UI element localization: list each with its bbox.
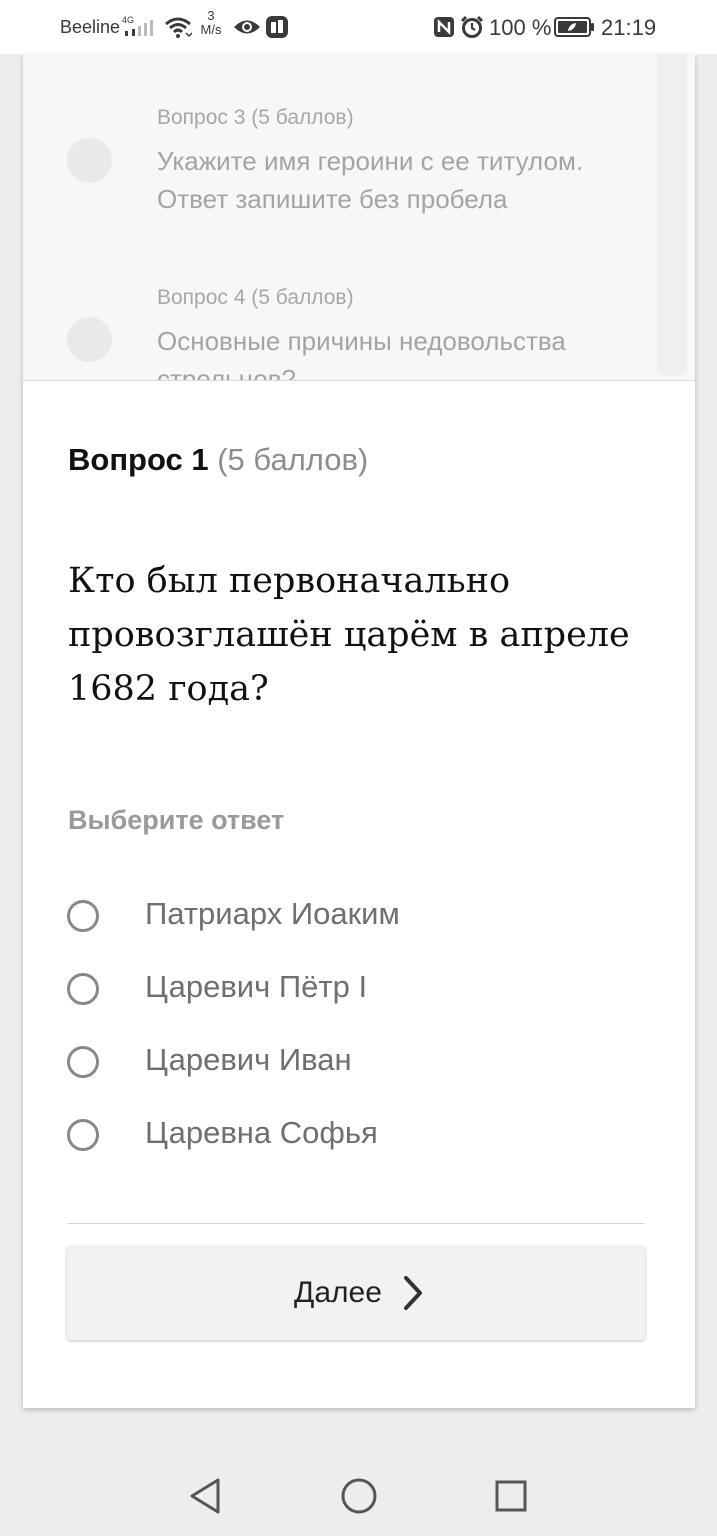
signal-icon: 4G	[122, 15, 153, 36]
quiz-card: Вопрос 3 (5 баллов) Укажите имя героини …	[23, 54, 695, 1408]
alarm-icon	[460, 15, 484, 38]
question-list[interactable]: Вопрос 3 (5 баллов) Укажите имя героини …	[23, 54, 695, 381]
eye-icon	[234, 20, 260, 34]
next-button-label: Далее	[294, 1276, 382, 1309]
answer-option-label[interactable]: Царевич Иван	[145, 1042, 352, 1078]
nfc-icon	[434, 17, 454, 37]
answer-option[interactable]: Царевна Софья	[67, 1113, 627, 1163]
radio-button[interactable]	[67, 1046, 99, 1078]
choose-answer-label: Выберите ответ	[68, 805, 285, 835]
carrier-name: Beeline	[60, 17, 121, 37]
question-header: Вопрос 1 (5 баллов)	[68, 442, 368, 478]
next-button[interactable]: Далее	[67, 1246, 645, 1340]
recents-icon[interactable]	[491, 1476, 531, 1516]
question-list-item-header: Вопрос 3 (5 баллов)	[157, 106, 354, 129]
question-text: Кто был первоначально провозглашён царём…	[68, 561, 630, 709]
answer-option[interactable]: Патриарх Иоаким	[67, 894, 627, 944]
answer-option-label[interactable]: Царевич Пётр I	[145, 969, 367, 1005]
navigation-bar	[0, 1440, 717, 1536]
chevron-right-icon	[404, 1276, 422, 1310]
home-icon[interactable]	[339, 1476, 379, 1516]
question-points: (5 баллов)	[217, 442, 369, 477]
answer-option-label[interactable]: Царевна Софья	[145, 1115, 378, 1151]
battery-percent: 100 %	[489, 15, 552, 40]
radio-button[interactable]	[67, 1119, 99, 1151]
question-list-item-text: Основные причины недовольства стрельцов?	[157, 326, 566, 381]
question-status-dot	[67, 138, 112, 183]
question-list-item-text: Укажите имя героини с ее титулом. Ответ …	[157, 146, 584, 214]
clock: 21:19	[601, 15, 657, 40]
battery-icon	[554, 17, 594, 37]
question-status-dot	[67, 317, 112, 362]
network-speed-unit: M/s	[200, 22, 222, 37]
answer-option-label[interactable]: Патриарх Иоаким	[145, 896, 400, 932]
question-list-item-header: Вопрос 4 (5 баллов)	[157, 286, 354, 309]
wifi-icon	[165, 17, 192, 38]
question-list-scrollbar[interactable]	[657, 54, 687, 376]
network-type-label: 4G	[122, 15, 134, 25]
network-speed-value: 3	[207, 8, 215, 23]
back-icon[interactable]	[186, 1476, 226, 1516]
question-number: Вопрос 1	[68, 442, 209, 477]
answer-option[interactable]: Царевич Иван	[67, 1040, 627, 1090]
network-speed: 3 M/s	[196, 9, 226, 37]
answer-option[interactable]: Царевич Пётр I	[67, 967, 627, 1017]
radio-button[interactable]	[67, 900, 99, 932]
divider	[67, 1223, 645, 1224]
radio-button[interactable]	[67, 973, 99, 1005]
app-notification-icon	[266, 16, 288, 38]
status-bar: Beeline 4G 3 M/s 100 % 21:19	[0, 0, 717, 54]
